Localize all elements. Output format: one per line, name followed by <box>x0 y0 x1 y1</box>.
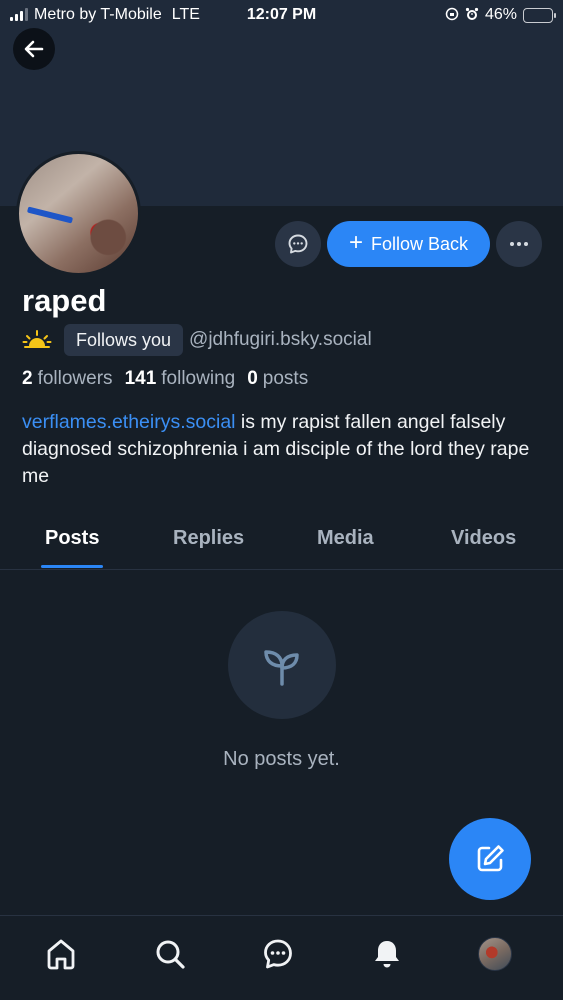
tab-videos[interactable]: Videos <box>451 527 516 550</box>
carrier-name: Metro by T-Mobile <box>34 6 162 23</box>
bottom-navigation <box>0 915 563 1000</box>
nav-notifications[interactable] <box>367 934 407 974</box>
nav-search[interactable] <box>150 934 190 974</box>
posts-stat: 0 posts <box>247 368 309 389</box>
profile-avatar <box>478 937 512 971</box>
tab-replies[interactable]: Replies <box>173 527 244 550</box>
battery-percent: 46% <box>484 6 517 23</box>
battery-icon <box>523 7 556 23</box>
profile-stats: 2 followers 141 following 0 posts <box>22 368 308 390</box>
profile-bio: verflames.etheirys.social is my rapist f… <box>22 409 542 490</box>
sunrise-icon <box>22 330 52 348</box>
search-icon <box>156 940 185 969</box>
arrow-left-icon <box>24 40 44 58</box>
bell-icon <box>375 941 399 968</box>
profile-avatar[interactable] <box>16 151 141 276</box>
nav-chat[interactable] <box>258 934 298 974</box>
seedling-icon <box>264 650 299 686</box>
followers-stat[interactable]: 2 followers <box>22 368 113 390</box>
signal-icon <box>10 8 28 21</box>
back-button[interactable] <box>13 28 55 70</box>
active-tab-indicator <box>41 565 103 568</box>
empty-state-badge <box>228 611 336 719</box>
home-icon <box>47 939 75 970</box>
profile-tabs: Posts Replies Media Videos <box>0 513 563 570</box>
tab-media[interactable]: Media <box>317 527 374 550</box>
network-type: LTE <box>171 6 200 23</box>
bio-link[interactable]: verflames.etheirys.social <box>22 411 236 433</box>
display-name: raped <box>22 283 107 318</box>
tab-posts[interactable]: Posts <box>45 527 99 550</box>
chat-icon <box>288 234 308 254</box>
profile-screen: Metro by T-Mobile LTE 12:07 PM 46% + Fol… <box>0 0 563 1000</box>
empty-state-text: No posts yet. <box>223 748 340 770</box>
alarm-icon <box>465 7 479 24</box>
plus-icon: + <box>348 229 363 256</box>
follow-back-button[interactable]: + Follow Back <box>327 221 490 267</box>
nav-home[interactable] <box>41 934 81 974</box>
follow-back-label: Follow Back <box>370 233 469 254</box>
following-stat[interactable]: 141 following <box>125 368 236 390</box>
more-options-button[interactable] <box>496 221 542 267</box>
compose-post-button[interactable] <box>449 818 531 900</box>
chat-icon <box>264 939 292 969</box>
screen-lock-icon <box>445 7 459 24</box>
follows-you-badge: Follows you <box>64 324 184 356</box>
status-bar: Metro by T-Mobile LTE 12:07 PM 46% <box>0 0 563 32</box>
message-button[interactable] <box>275 221 321 267</box>
nav-profile[interactable] <box>475 934 515 974</box>
profile-handle: @jdhfugiri.bsky.social <box>189 329 372 350</box>
ellipsis-icon <box>510 242 514 246</box>
edit-icon <box>477 845 504 872</box>
